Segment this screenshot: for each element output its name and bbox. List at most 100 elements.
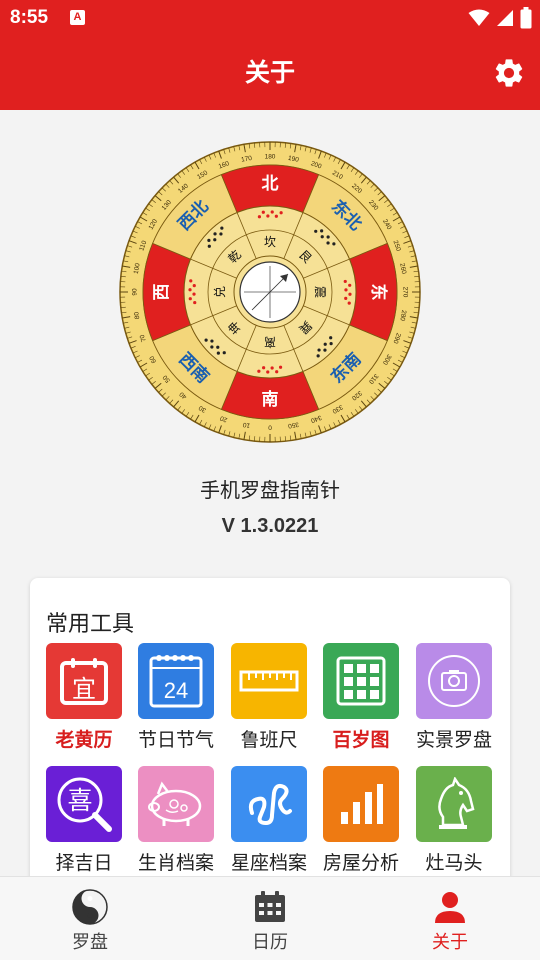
hetu-dot (219, 232, 223, 236)
tool-house-analysis[interactable]: 房屋分析 (315, 766, 407, 886)
almanac-calendar-icon: 宜 (46, 643, 122, 719)
hetu-dot (188, 297, 192, 301)
hetu-dot (188, 288, 192, 292)
tool-label: 生肖档案 (137, 852, 214, 874)
hetu-dot (316, 354, 320, 358)
tool-label: 百岁图 (332, 729, 390, 751)
status-indicators (468, 6, 532, 30)
degree-tick-label: 180 (265, 154, 276, 161)
svg-text:宜: 宜 (72, 675, 96, 703)
direction-label: 北 (262, 174, 279, 194)
calendar-icon (255, 891, 285, 922)
hetu-dot (275, 370, 279, 374)
status-bar: 8:55 A (0, 0, 540, 36)
battery-icon (520, 7, 532, 29)
tool-centenary-chart[interactable]: 百岁图 (315, 643, 407, 763)
settings-gear-icon[interactable] (492, 56, 526, 90)
hetu-dot (266, 370, 270, 374)
degree-tick-label: 0 (268, 423, 272, 430)
hetu-dot (257, 215, 262, 219)
hetu-dot (270, 210, 274, 214)
festival-calendar-icon: 24 (138, 643, 214, 719)
wifi-icon (468, 9, 490, 26)
nav-item-calendar[interactable]: 日历 (210, 877, 330, 960)
hetu-dot (210, 339, 214, 343)
notification-app-icon: A (70, 10, 85, 25)
horse-chess-icon (416, 766, 492, 842)
hetu-dot (222, 351, 226, 355)
hetu-dot (329, 336, 333, 340)
tool-label: 实景罗盘 (415, 729, 492, 751)
tool-luban-ruler[interactable]: 鲁班尺 (223, 643, 315, 763)
nav-label: 罗盘 (72, 932, 108, 953)
pig-icon (138, 766, 214, 842)
hetu-dot (220, 226, 224, 230)
status-time: 8:55 (10, 7, 49, 28)
hetu-dot (192, 292, 196, 296)
hetu-dot (323, 342, 327, 346)
tool-almanac[interactable]: 宜 老黄历 (38, 643, 130, 763)
direction-label: 西 (152, 284, 172, 301)
page-title: 关于 (244, 58, 295, 87)
hetu-dot (347, 301, 351, 305)
hetu-dot (193, 300, 197, 305)
hetu-dot (320, 235, 324, 239)
trigram-label: 坎 (264, 235, 276, 249)
hetu-dot (270, 366, 274, 370)
trigram-label: 震 (313, 286, 327, 298)
nav-item-about[interactable]: 关于 (390, 877, 510, 960)
degree-tick-label: 90 (132, 288, 139, 296)
hetu-dot (344, 296, 348, 300)
tool-auspicious-day[interactable]: 喜 择吉日 (38, 766, 130, 886)
hetu-dot (207, 244, 211, 248)
hetu-dot (189, 279, 193, 283)
hetu-dot (326, 235, 330, 239)
tool-label: 节日节气 (137, 729, 214, 751)
yin-yang-compass-icon (72, 889, 108, 925)
compass-dial: 0102030405060708090100110120130140150160… (119, 141, 421, 443)
hetu-dot (213, 238, 217, 242)
hetu-dot (317, 348, 321, 352)
hetu-dot (257, 369, 261, 373)
tool-label: 灶马头 (425, 852, 483, 874)
tool-ar-compass[interactable]: 实景罗盘 (408, 643, 500, 763)
hetu-dot (216, 345, 220, 349)
trigram-label: 离 (264, 335, 276, 350)
app-version: V 1.3.0221 (221, 515, 319, 537)
camera-icon (416, 643, 492, 719)
direction-label: 东 (368, 284, 389, 301)
hetu-dot (192, 284, 196, 288)
hetu-dot (262, 366, 266, 370)
bar-chart-icon (323, 766, 399, 842)
tool-festivals[interactable]: 24 节日节气 (130, 643, 222, 763)
hetu-dot (332, 242, 336, 246)
nav-label: 关于 (432, 932, 468, 953)
hetu-dot (213, 232, 217, 236)
degree-tick-label: 270 (401, 287, 408, 298)
magnifier-icon: 喜 (46, 766, 122, 842)
calendar-day-number: 24 (164, 678, 188, 703)
tools-title: 常用工具 (46, 612, 135, 637)
tool-constellation-profile[interactable]: 星座档案 (223, 766, 315, 886)
hetu-dot (266, 214, 270, 218)
hetu-dot (279, 211, 283, 215)
hetu-dot (261, 210, 265, 214)
app-bar: 关于 (0, 36, 540, 110)
direction-label: 南 (262, 389, 279, 410)
nav-label: 日历 (252, 932, 288, 953)
tool-label: 房屋分析 (322, 852, 399, 874)
leo-sign-icon (231, 766, 307, 842)
tool-stove-horse[interactable]: 灶马头 (408, 766, 500, 886)
hetu-dot (320, 229, 324, 233)
hetu-dot (216, 351, 220, 355)
hetu-dot (326, 241, 330, 245)
hetu-dot (314, 229, 318, 233)
hetu-dot (278, 365, 283, 369)
tool-zodiac-profile[interactable]: 生肖档案 (130, 766, 222, 886)
hetu-dot (329, 342, 333, 346)
signal-icon (497, 10, 513, 26)
hetu-dot (274, 214, 278, 218)
hetu-dot (323, 348, 327, 352)
hetu-dot (343, 279, 347, 284)
nav-item-compass[interactable]: 罗盘 (30, 877, 150, 960)
